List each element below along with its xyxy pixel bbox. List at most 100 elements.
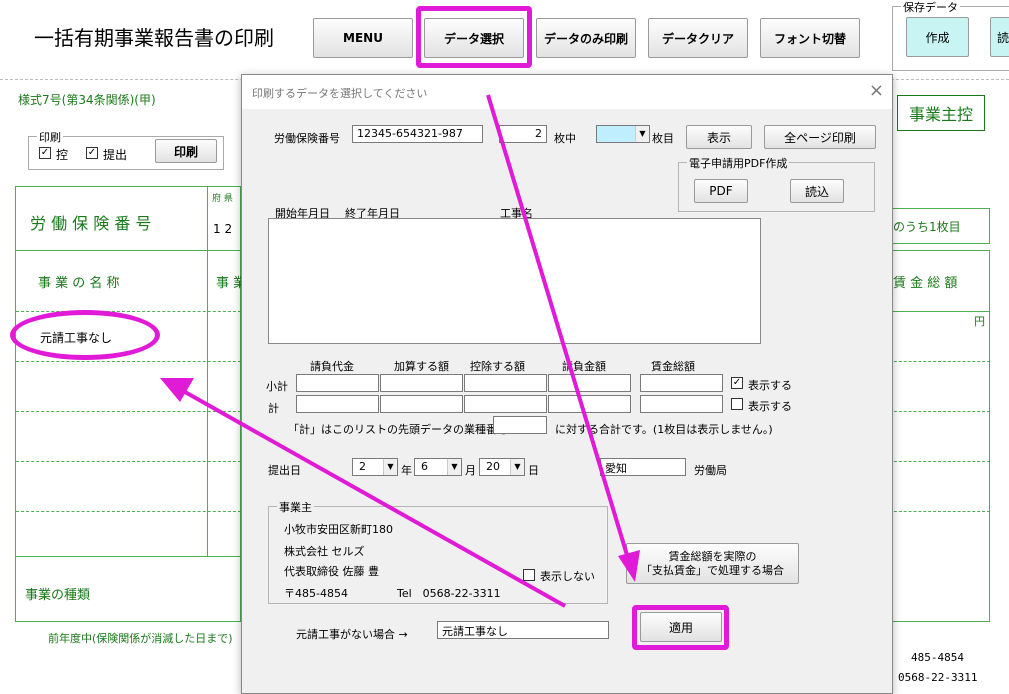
menu-button[interactable]: MENU [313, 18, 413, 58]
dlg-employer-zip: 〒485-4854 [284, 587, 348, 600]
right-row-line-3 [889, 411, 990, 412]
data-select-highlight [416, 6, 532, 68]
first-row-highlight [10, 310, 160, 360]
dlg-bureau-suffix: 労働局 [694, 464, 727, 477]
business-owner-copy: 事業主控 [897, 95, 985, 131]
close-icon[interactable]: × [869, 80, 884, 101]
print-ctrl-label: 控 [56, 148, 69, 162]
dlg-employer-tel: Tel 0568-22-3311 [397, 587, 501, 600]
right-row-line-5 [889, 511, 990, 512]
dlg-date-day-value: 20 [486, 460, 500, 473]
dlg-amount-header-1: 請負代金 [310, 360, 354, 373]
pref-header: 府 県 [212, 194, 233, 204]
dlg-subtotal-4[interactable] [548, 374, 631, 392]
dlg-wage-button-line1: 賃金総額を実際の [668, 549, 757, 563]
dlg-subtotal-2[interactable] [380, 374, 463, 392]
dlg-show-subtotal-checkbox[interactable]: ✓ [731, 377, 743, 389]
dlg-amount-header-2: 加算する額 [394, 360, 449, 373]
row-line-2 [16, 361, 241, 362]
dlg-pdf-button[interactable]: PDF [694, 179, 748, 203]
chevron-down-icon[interactable]: ▼ [447, 459, 461, 475]
dlg-hide-employer-label: 表示しない [540, 570, 595, 583]
business-name-label: 事 業 の 名 称 [38, 276, 120, 291]
right-row-line [888, 311, 990, 312]
dlg-date-year-select[interactable]: 2 ▼ [352, 458, 398, 476]
dlg-show-subtotal-label: 表示する [748, 379, 792, 392]
chevron-down-icon[interactable]: ▼ [635, 126, 649, 142]
chevron-down-icon[interactable]: ▼ [383, 459, 397, 475]
dlg-note-suffix: に対する合計です。(1枚目は表示しません。) [555, 423, 773, 436]
dialog-titlebar: 印刷するデータを選択してください × [242, 75, 892, 109]
chevron-down-icon[interactable]: ▼ [510, 459, 524, 475]
dlg-date-month-select[interactable]: 6 ▼ [414, 458, 462, 476]
app-title: 一括有期事業報告書の印刷 [34, 26, 274, 50]
save-read-button[interactable]: 読 [990, 17, 1009, 57]
row-line-4 [16, 461, 241, 462]
right-row-line-2 [889, 361, 990, 362]
dlg-bureau-field[interactable]: 愛知 [600, 458, 686, 476]
apply-highlight [632, 605, 729, 650]
yen-unit: 円 [974, 315, 985, 328]
right-row-line-4 [889, 461, 990, 462]
form-row-line-bottom [15, 556, 241, 557]
dlg-page-count-field[interactable]: 2 [499, 125, 547, 143]
dlg-page-select[interactable]: ▼ [596, 125, 650, 143]
dlg-subtotal-1[interactable] [296, 374, 379, 392]
save-data-label: 保存データ [901, 0, 960, 15]
dlg-labor-ins-field[interactable]: 12345-654321-987 [352, 125, 483, 143]
dlg-amount-header-3: 控除する額 [470, 360, 525, 373]
dlg-read-button[interactable]: 読込 [790, 179, 844, 203]
pref-digits: 1 2 [213, 222, 233, 236]
form-label: 様式7号(第34条関係)(甲) [18, 93, 156, 107]
dlg-work-list[interactable] [268, 218, 761, 344]
dlg-show-total-checkbox[interactable] [731, 398, 743, 410]
dlg-employer-company: 株式会社 セルズ [284, 545, 365, 558]
dlg-amount-header-5: 賃金総額 [651, 360, 695, 373]
dlg-amount-header-4: 請負金額 [562, 360, 606, 373]
dlg-employer-rep: 代表取締役 佐藤 豊 [284, 565, 379, 578]
dlg-employer-title: 事業主 [277, 499, 314, 515]
dlg-subtotal-5[interactable] [640, 374, 723, 392]
dlg-no-main-contract-label: 元請工事がない場合 → [296, 628, 408, 641]
dlg-show-button[interactable]: 表示 [686, 125, 752, 149]
row-line-3 [16, 411, 241, 412]
dlg-total-5[interactable] [640, 395, 723, 413]
dlg-date-month-suffix: 月 [465, 464, 476, 477]
dlg-date-year-suffix: 年 [401, 464, 412, 477]
dlg-total-4[interactable] [548, 395, 631, 413]
print-group-title: 印刷 [37, 129, 63, 145]
dlg-industry-no-field[interactable] [493, 416, 547, 434]
dlg-date-day-select[interactable]: 20 ▼ [479, 458, 525, 476]
save-create-button[interactable]: 作成 [906, 17, 969, 57]
dlg-total-2[interactable] [380, 395, 463, 413]
dlg-no-main-contract-field[interactable]: 元請工事なし [437, 621, 609, 639]
dlg-subtotal-3[interactable] [464, 374, 547, 392]
dlg-total-3[interactable] [464, 395, 547, 413]
data-clear-button[interactable]: データクリア [648, 18, 748, 58]
data-only-print-button[interactable]: データのみ印刷 [536, 18, 636, 58]
dlg-labor-ins-label: 労働保険番号 [274, 132, 340, 145]
right-table-frame [888, 250, 990, 622]
print-button[interactable]: 印刷 [155, 139, 217, 163]
dlg-show-total-label: 表示する [748, 400, 792, 413]
font-switch-button[interactable]: フォント切替 [760, 18, 860, 58]
dlg-total-1[interactable] [296, 395, 379, 413]
dlg-hide-employer-checkbox[interactable] [523, 569, 535, 581]
print-submit-checkbox[interactable]: ✓ [86, 147, 98, 159]
dlg-page-count-suffix: 枚中 [554, 132, 576, 145]
business-type-label: 事業の種類 [25, 588, 91, 603]
dlg-note-prefix: 「計」はこのリストの先頭データの業種番号 [288, 423, 508, 436]
form-col-line [207, 186, 208, 556]
dlg-submit-date-label: 提出日 [268, 464, 301, 477]
page-of-text: のうち1枚目 [893, 220, 961, 234]
row-line-5 [16, 511, 241, 512]
dlg-employer-address: 小牧市安田区新町180 [284, 523, 393, 536]
dlg-row-subtotal: 小計 [266, 380, 288, 393]
dlg-all-pages-print-button[interactable]: 全ページ印刷 [764, 125, 876, 149]
dlg-wage-actual-button[interactable]: 賃金総額を実際の 「支払賃金」で処理する場合 [626, 543, 799, 584]
dlg-date-year-value: 2 [359, 460, 366, 473]
dialog-title: 印刷するデータを選択してください [252, 87, 428, 100]
tel-right: 0568-22-3311 [898, 671, 978, 684]
dlg-row-total: 計 [268, 402, 279, 415]
print-ctrl-checkbox[interactable]: ✓ [39, 147, 51, 159]
